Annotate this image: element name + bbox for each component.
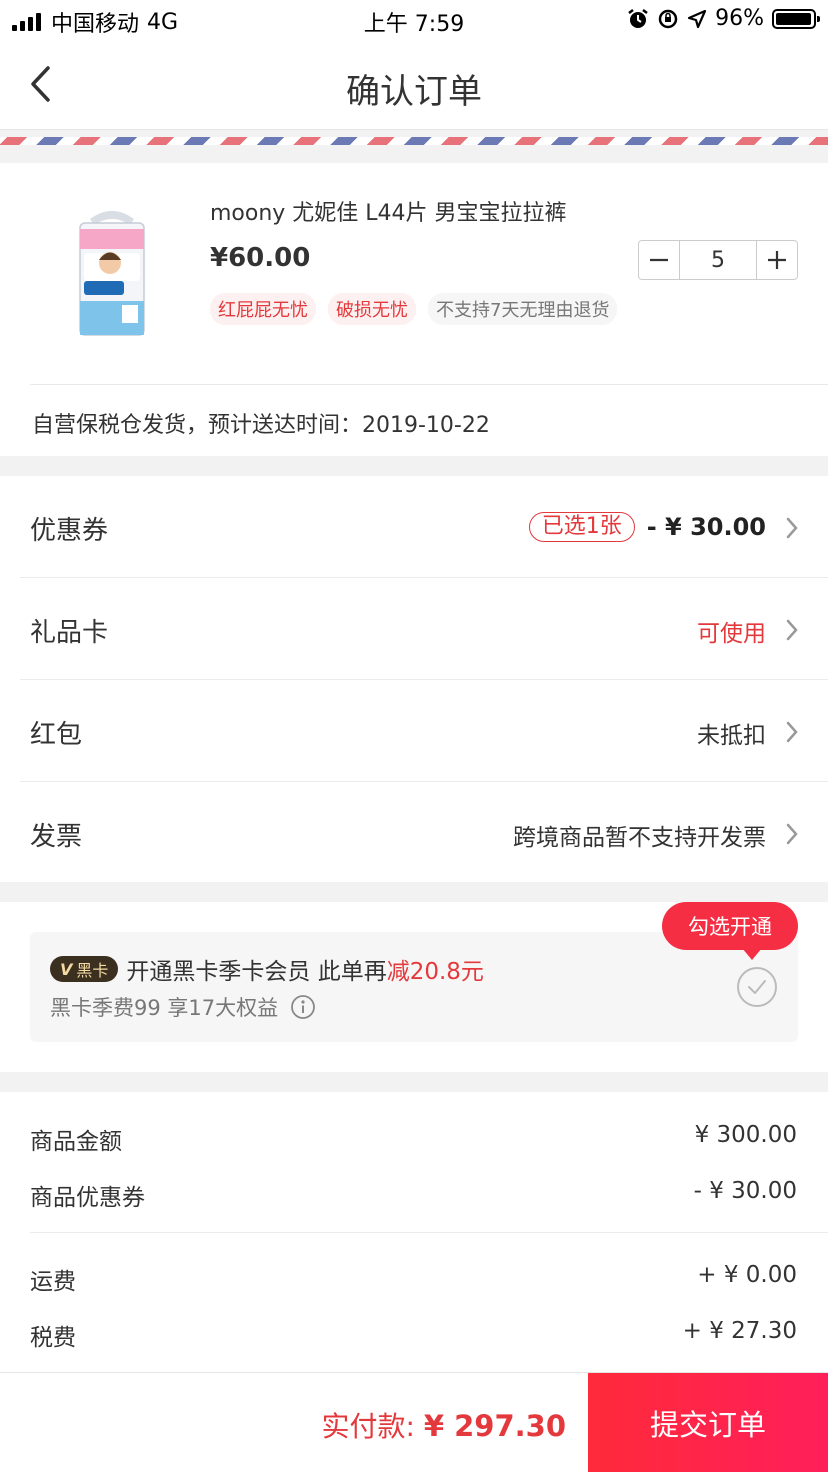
summary-value: + ¥ 0.00 (697, 1262, 797, 1288)
alarm-icon (628, 8, 648, 28)
black-card-title: V 黑卡 开通黑卡季卡会员 此单再 减20.8元 (50, 952, 484, 986)
summary-row: 商品优惠券 - ¥ 30.00 (0, 1174, 828, 1214)
location-icon (687, 9, 707, 28)
check-circle-icon[interactable] (736, 966, 778, 1008)
product-name[interactable]: moony 尤妮佳 L44片 男宝宝拉拉裤 (210, 195, 567, 227)
invoice-row[interactable]: 发票 跨境商品暂不支持开发票 (0, 782, 828, 884)
page-title: 确认订单 (346, 72, 482, 112)
red-packet-label: 红包 (30, 720, 83, 750)
increment-button[interactable] (757, 241, 797, 279)
battery-icon (772, 8, 820, 29)
black-card-saving: 减20.8元 (386, 959, 484, 985)
invoice-value: 跨境商品暂不支持开发票 (513, 818, 766, 852)
coupon-label: 优惠券 (30, 516, 109, 546)
info-icon[interactable] (290, 994, 316, 1020)
status-bar: 中国移动 4G 上午 7:59 96% (0, 0, 828, 40)
summary-label: 运费 (30, 1269, 76, 1295)
summary-row: 运费 + ¥ 0.00 (0, 1258, 828, 1298)
summary-value: - ¥ 30.00 (693, 1178, 797, 1204)
product-card: moony 尤妮佳 L44片 男宝宝拉拉裤 ¥60.00 5 红屁屁无忧 破损无… (0, 163, 828, 456)
product-image[interactable] (70, 205, 154, 343)
summary-label: 商品优惠券 (30, 1185, 145, 1211)
summary-value: ¥ 300.00 (694, 1122, 797, 1148)
chevron-right-icon (786, 517, 798, 539)
coupon-selected-badge: 已选1张 (528, 512, 635, 542)
black-card-subtitle-text: 黑卡季费99 享17大权益 (50, 996, 279, 1020)
enable-tooltip-bubble: 勾选开通 (662, 902, 798, 960)
submit-order-button[interactable]: 提交订单 (588, 1373, 828, 1472)
gift-card-row[interactable]: 礼品卡 可使用 (0, 578, 828, 680)
invoice-status: 跨境商品暂不支持开发票 (513, 825, 766, 851)
quantity-stepper: 5 (638, 240, 798, 280)
service-tag: 红屁屁无忧 (210, 293, 316, 325)
gift-card-status: 可使用 (697, 621, 766, 647)
summary-row: 税费 + ¥ 27.30 (0, 1314, 828, 1354)
chevron-right-icon (786, 619, 798, 641)
total-label: 实付款: (321, 1410, 415, 1443)
vip-v-icon: V (60, 959, 73, 979)
invoice-label: 发票 (30, 822, 83, 852)
delivery-info: 自营保税仓发货，预计送达时间：2019-10-22 (32, 413, 490, 438)
summary-row: 商品金额 ¥ 300.00 (0, 1118, 828, 1158)
plus-icon (768, 251, 786, 269)
chevron-right-icon (786, 823, 798, 845)
coupon-value: 已选1张 - ¥ 30.00 (528, 512, 766, 542)
order-options: 优惠券 已选1张 - ¥ 30.00 礼品卡 可使用 红包 未抵扣 发票 跨境商… (0, 476, 828, 882)
chevron-right-icon (786, 721, 798, 743)
service-tag: 破损无忧 (328, 293, 416, 325)
red-packet-status: 未抵扣 (697, 723, 766, 749)
divider (30, 384, 828, 385)
summary-value: + ¥ 27.30 (682, 1318, 797, 1344)
status-right: 96% (627, 6, 820, 31)
divider (30, 1232, 828, 1233)
service-tag: 不支持7天无理由退货 (428, 293, 618, 325)
total-amount: ¥ 297.30 (423, 1409, 566, 1443)
battery-fill (776, 12, 811, 25)
gift-card-value: 可使用 (697, 614, 766, 648)
decrement-button[interactable] (639, 241, 679, 279)
gift-card-label: 礼品卡 (30, 618, 109, 648)
quantity-input[interactable]: 5 (679, 241, 757, 279)
airmail-border (0, 137, 828, 145)
product-tags: 红屁屁无忧 破损无忧 不支持7天无理由退货 (210, 293, 618, 325)
product-price: ¥60.00 (210, 243, 311, 273)
minus-icon (650, 258, 668, 262)
coupon-discount: - ¥ 30.00 (646, 513, 766, 541)
coupon-row[interactable]: 优惠券 已选1张 - ¥ 30.00 (0, 476, 828, 578)
black-card-badge: V 黑卡 (50, 956, 119, 982)
black-card-badge-text: 黑卡 (76, 961, 109, 980)
summary-label: 商品金额 (30, 1129, 122, 1155)
red-packet-value: 未抵扣 (697, 716, 766, 750)
red-packet-row[interactable]: 红包 未抵扣 (0, 680, 828, 782)
price-summary: 商品金额 ¥ 300.00 商品优惠券 - ¥ 30.00 运费 + ¥ 0.0… (0, 1092, 828, 1382)
rotation-lock-icon (658, 9, 678, 28)
black-card-title-text: 开通黑卡季卡会员 此单再 (126, 959, 387, 985)
checkout-bar: 实付款: ¥ 297.30 提交订单 (0, 1372, 828, 1472)
nav-bar: 确认订单 (0, 40, 828, 130)
black-card-subtitle: 黑卡季费99 享17大权益 (50, 992, 316, 1022)
total-payable: 实付款: ¥ 297.30 (321, 1405, 566, 1445)
battery-percent: 96% (715, 6, 764, 31)
summary-label: 税费 (30, 1325, 76, 1351)
